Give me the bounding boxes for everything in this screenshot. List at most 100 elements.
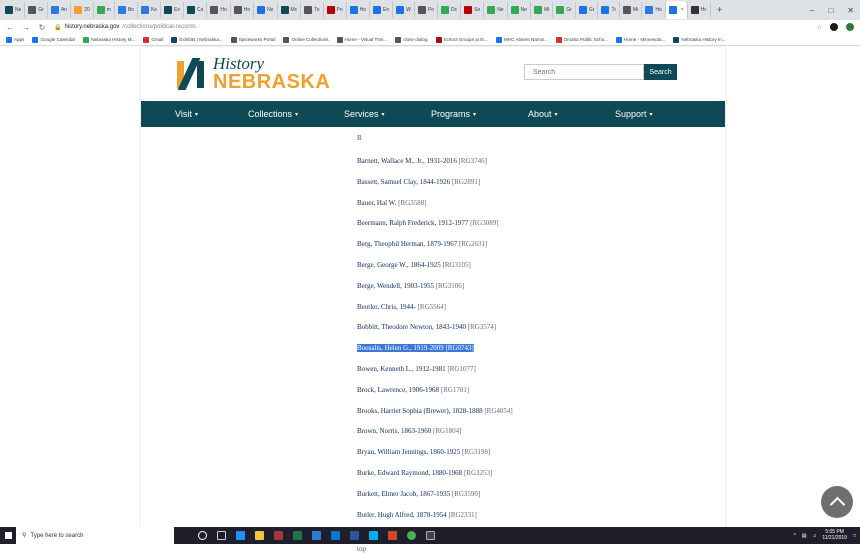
taskbar-clock[interactable]: 5:05 PM 11/21/2019: [822, 529, 847, 541]
url-field[interactable]: 🔒 history.nebraska.gov/collections/polit…: [54, 24, 196, 31]
browser-tab[interactable]: Ho: [642, 2, 666, 18]
bookmark-item[interactable]: Home - Minnesota...: [616, 36, 665, 43]
volume-icon[interactable]: ♫: [813, 533, 817, 539]
task-view-icon[interactable]: [217, 531, 226, 540]
extension-icon[interactable]: [846, 23, 854, 31]
back-icon[interactable]: ←: [6, 23, 14, 32]
nav-item-programs[interactable]: Programs ▾: [431, 109, 476, 119]
nav-item-support[interactable]: Support ▾: [615, 109, 653, 119]
browser-tab[interactable]: Mi: [620, 2, 643, 18]
browser-tab[interactable]: Ho: [347, 2, 371, 18]
browser-tab[interactable]: Gr: [553, 2, 576, 18]
nav-item-services[interactable]: Services ▾: [344, 109, 385, 119]
collection-link[interactable]: Brown, Norris, 1863-1960: [357, 427, 431, 435]
bookmark-item[interactable]: Omaha Public Scho...: [555, 36, 608, 43]
bookmark-item[interactable]: Exhibits | Nebraska...: [171, 36, 223, 43]
new-tab-icon[interactable]: +: [711, 5, 729, 16]
reload-icon[interactable]: ↻: [38, 23, 46, 32]
collection-link[interactable]: Beermann, Ralph Frederick, 1912-1977: [357, 219, 468, 227]
browser-tab[interactable]: En: [370, 2, 394, 18]
collection-link[interactable]: Bryan, William Jennings, 1860-1925: [357, 448, 460, 456]
start-button[interactable]: [0, 527, 16, 544]
collection-link[interactable]: Berge, George W., 1864-1925: [357, 261, 441, 269]
restore-icon[interactable]: □: [828, 6, 833, 15]
ie-icon[interactable]: [312, 531, 321, 540]
bookmark-item[interactable]: Spiceworks Portal: [230, 36, 275, 43]
browser-tab[interactable]: Ca: [184, 2, 208, 18]
word-icon[interactable]: [350, 531, 359, 540]
browser-tab[interactable]: Dc: [438, 2, 462, 18]
profile-avatar[interactable]: [830, 23, 838, 31]
access-icon[interactable]: [274, 531, 283, 540]
collection-link[interactable]: Bassett, Samuel Clay, 1844-1926: [357, 178, 450, 186]
browser-tab[interactable]: Ex: [161, 2, 184, 18]
skype-icon[interactable]: [369, 531, 378, 540]
browser-tab[interactable]: Ne: [2, 2, 26, 18]
close-icon[interactable]: ✕: [847, 6, 854, 15]
bookmark-item[interactable]: Nebraska History M...: [83, 36, 135, 43]
collection-link[interactable]: Barnett, Wallace M., Jr., 1931-2016: [357, 157, 457, 165]
browser-tab[interactable]: Se: [461, 2, 485, 18]
browser-tab[interactable]: Tr: [598, 2, 621, 18]
photos-icon[interactable]: [426, 531, 435, 540]
nav-item-about[interactable]: About ▾: [528, 109, 558, 119]
search-button[interactable]: Search: [644, 64, 677, 80]
edge-icon[interactable]: [236, 531, 245, 540]
browser-tab[interactable]: An: [48, 2, 72, 18]
nav-item-visit[interactable]: Visit ▾: [175, 109, 198, 119]
browser-tab[interactable]: Ho: [207, 2, 231, 18]
browser-tab[interactable]: Ho: [231, 2, 255, 18]
browser-tab[interactable]: Mc: [278, 2, 302, 18]
browser-tab[interactable]: m: [94, 2, 115, 18]
bookmark-item[interactable]: Gmail: [143, 36, 163, 43]
collection-link[interactable]: Burke, Edward Raymond, 1880-1968: [357, 469, 462, 477]
browser-tab[interactable]: ×: [665, 1, 688, 19]
bookmark-item[interactable]: School Groups at th...: [435, 36, 488, 43]
browser-tab[interactable]: Ke: [138, 2, 162, 18]
bookmark-item[interactable]: Online Collections: [283, 36, 329, 43]
search-input[interactable]: [524, 64, 644, 80]
scroll-to-top-button[interactable]: [821, 486, 853, 518]
browser-tab[interactable]: Mi: [531, 2, 554, 18]
browser-tab[interactable]: Po: [415, 2, 439, 18]
collection-link[interactable]: Bauer, Hal W.: [357, 199, 396, 207]
collection-link[interactable]: Bowen, Kenneth L., 1912-1981: [357, 365, 446, 373]
excel-icon[interactable]: [293, 531, 302, 540]
browser-tab[interactable]: Ne: [508, 2, 532, 18]
bookmark-item[interactable]: Nebraska History In...: [673, 36, 726, 43]
nav-item-collections[interactable]: Collections ▾: [248, 109, 298, 119]
browser-tab[interactable]: Ne: [254, 2, 278, 18]
collection-link[interactable]: Berg, Theophil Herman, 1879-1967: [357, 240, 457, 248]
browser-tab[interactable]: 20: [71, 2, 94, 18]
browser-tab[interactable]: Gr: [25, 2, 48, 18]
collection-link[interactable]: Berge, Wendell, 1903-1955: [357, 282, 434, 290]
tray-chevron-icon[interactable]: ^: [793, 533, 795, 539]
taskbar-search[interactable]: ⚲ Type here to search: [16, 527, 174, 544]
browser-tab[interactable]: Gr: [576, 2, 599, 18]
site-logo[interactable]: History NEBRASKA: [177, 55, 330, 92]
bookmark-item[interactable]: Google Calendar: [32, 36, 75, 43]
browser-tab[interactable]: Hc: [688, 2, 711, 18]
bookmark-item[interactable]: MHC Absent Narrat...: [495, 36, 548, 43]
browser-tab[interactable]: Ne: [484, 2, 508, 18]
chrome-icon[interactable]: [407, 531, 416, 540]
file-explorer-icon[interactable]: [255, 531, 264, 540]
browser-tab[interactable]: To: [301, 2, 324, 18]
cortana-icon[interactable]: [198, 531, 207, 540]
network-icon[interactable]: ▤: [802, 533, 807, 539]
collection-link[interactable]: Butler, Hugh Alfred, 1878-1954: [357, 511, 447, 519]
star-icon[interactable]: ☆: [817, 24, 822, 31]
collection-link[interactable]: Bobbitt, Theodore Newton, 1843-1940: [357, 323, 466, 331]
tab-close-icon[interactable]: ×: [681, 7, 684, 13]
collection-link[interactable]: Burkett, Elmer Jacob, 1867-1935: [357, 490, 450, 498]
collection-link[interactable]: Brooks, Harriet Sophia (Brewer), 1828-18…: [357, 407, 483, 415]
top-link[interactable]: top: [357, 545, 366, 553]
browser-tab[interactable]: Bo: [115, 2, 138, 18]
forward-icon[interactable]: →: [22, 23, 30, 32]
minimize-icon[interactable]: –: [810, 6, 814, 15]
collection-link[interactable]: Beutler, Chris, 1944-: [357, 303, 416, 311]
browser-tab[interactable]: Po: [324, 2, 347, 18]
bookmark-item[interactable]: close dialog: [395, 36, 428, 43]
outlook-icon[interactable]: [331, 531, 340, 540]
browser-tab[interactable]: W: [393, 2, 415, 18]
